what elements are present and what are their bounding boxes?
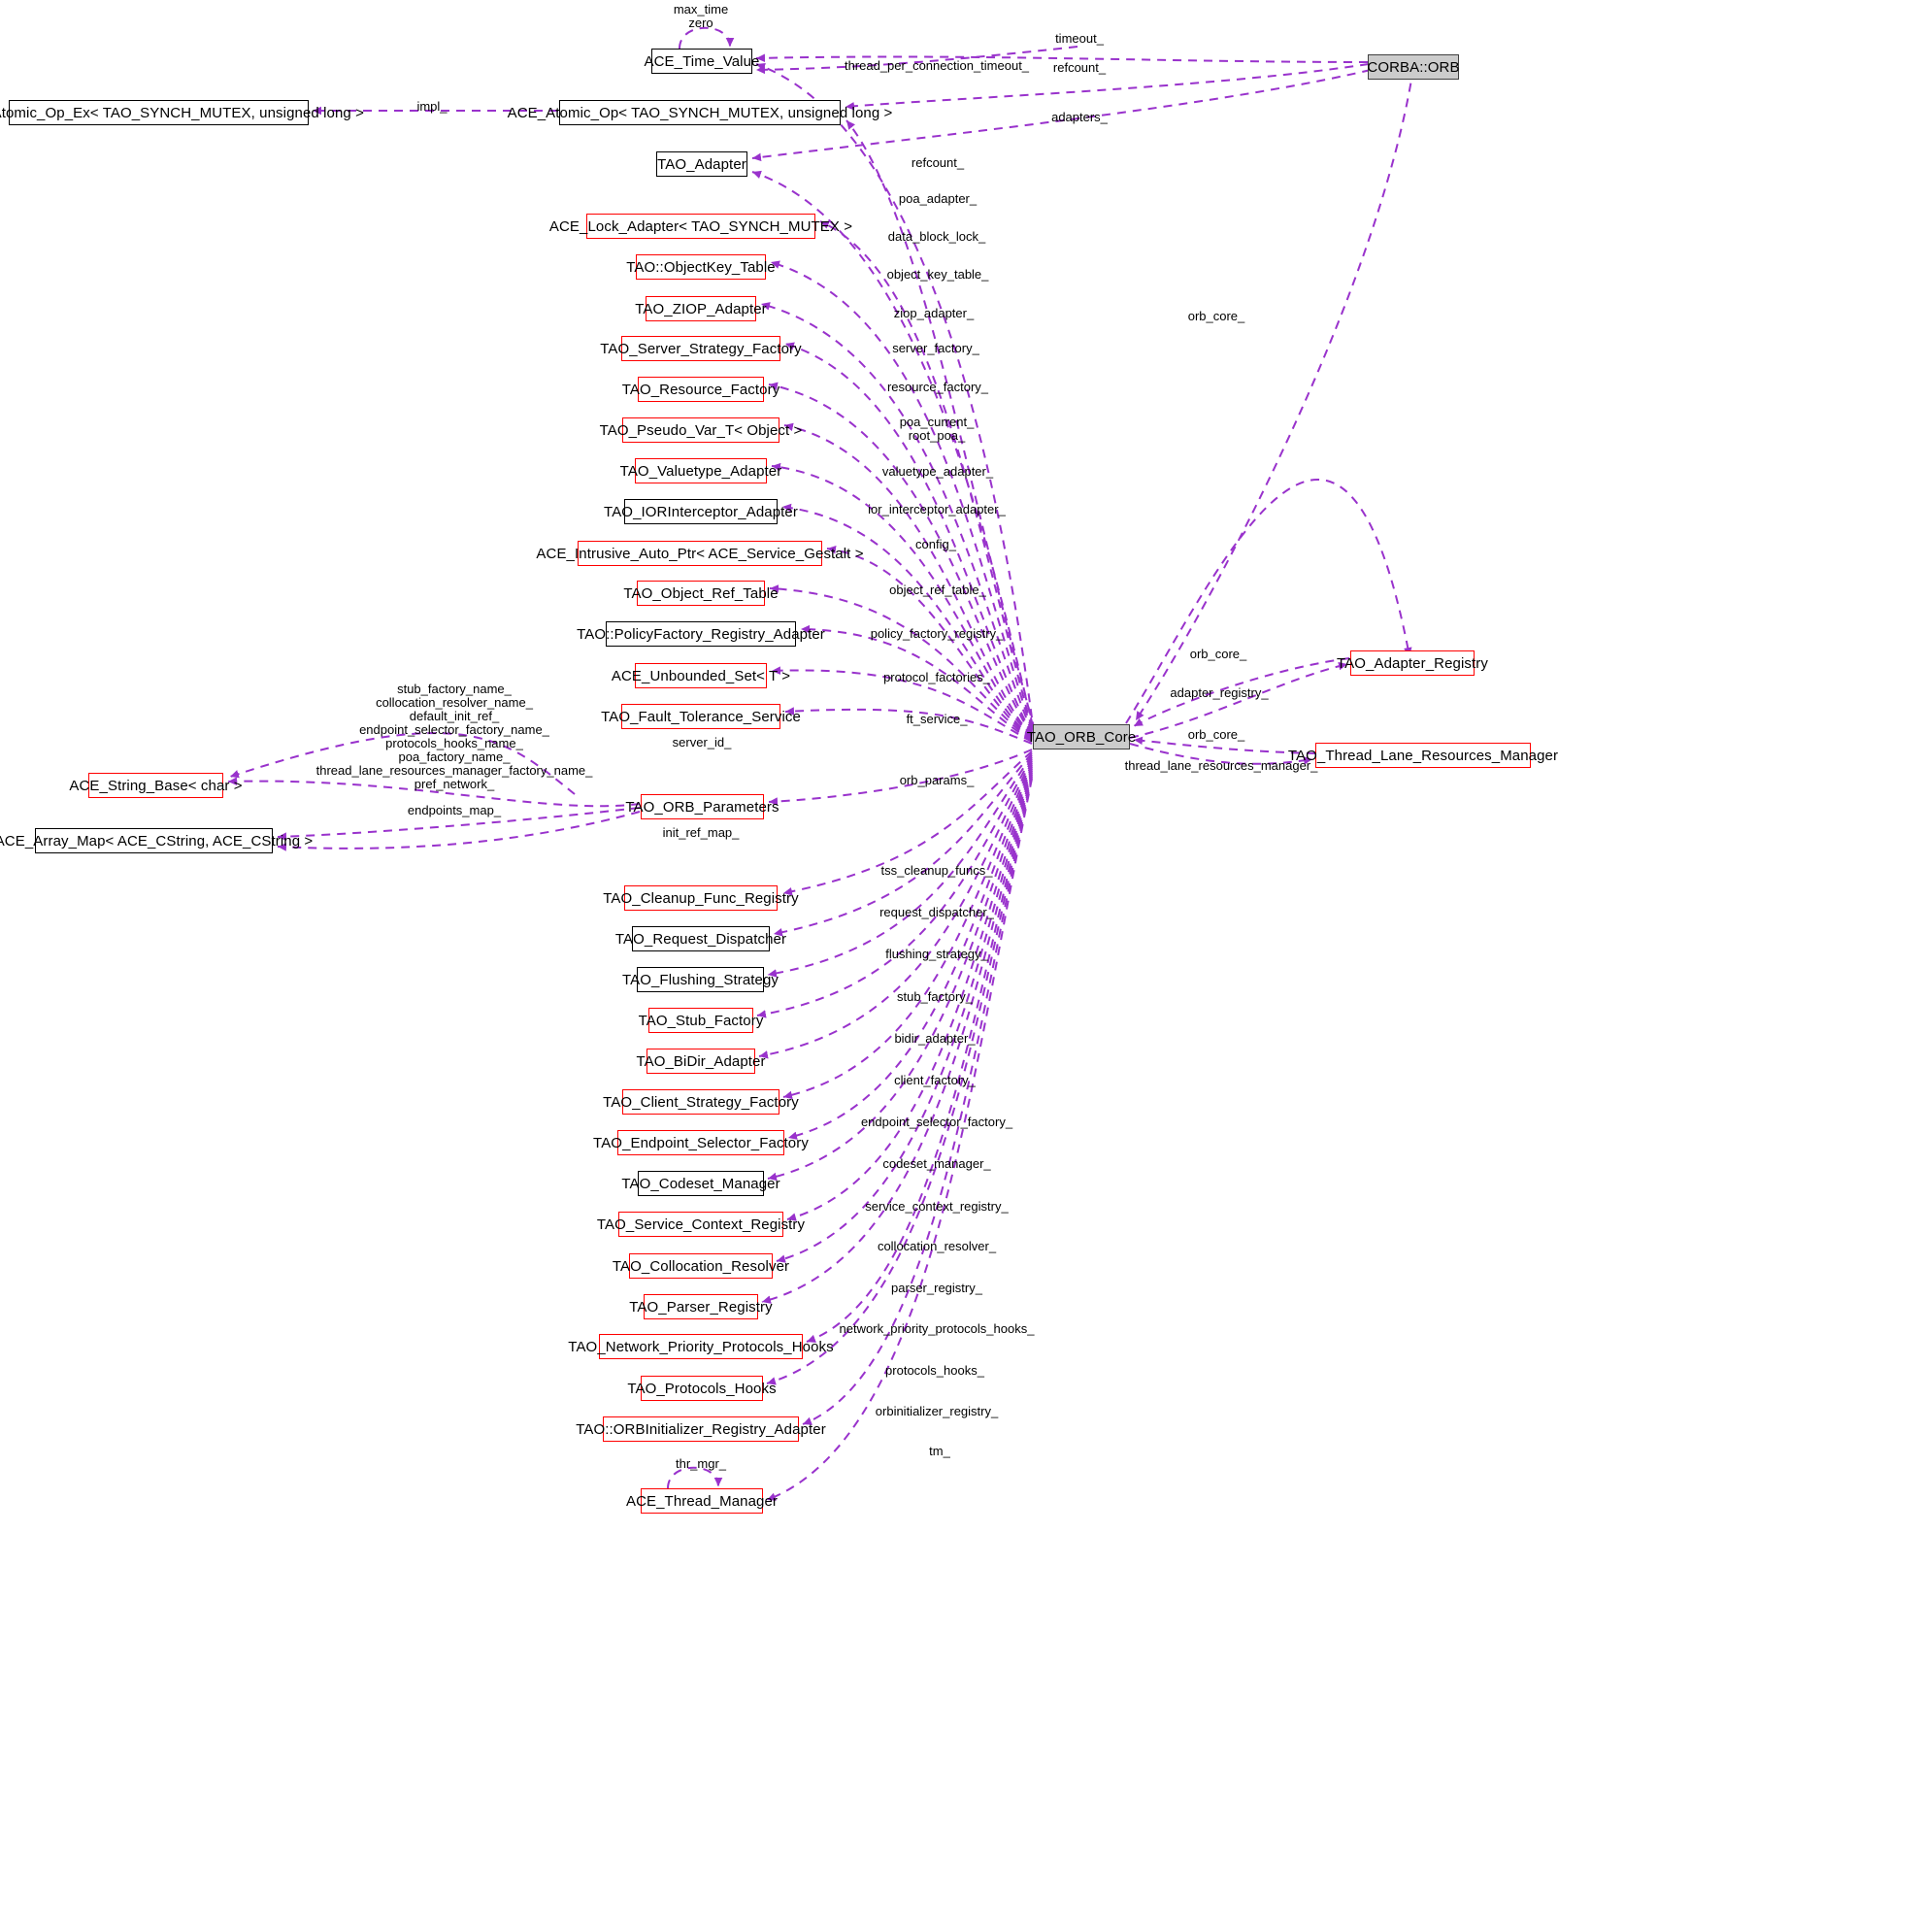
edge-label-thread-per-connection-timeout: thread_per_connection_timeout_ [844, 58, 1030, 73]
edge-label-client-factory: client_factory_ [894, 1073, 976, 1087]
class-node-tao-bidir-adapter[interactable]: TAO_BiDir_Adapter [636, 1049, 765, 1074]
class-node-tao-objectkey-table[interactable]: TAO::ObjectKey_Table [626, 254, 776, 280]
edge-label-refcount-orb: refcount_ [1052, 60, 1107, 75]
class-node-ace-unbounded-set[interactable]: ACE_Unbounded_Set< T > [612, 663, 790, 688]
class-node-tao-pseudo-var-t[interactable]: TAO_Pseudo_Var_T< Object > [600, 417, 802, 443]
collaboration-diagram: ACE_Time_Value CORBA::ORBACE_Atomic_Op_Ex… [0, 0, 1923, 1932]
edge-label-server-factory: server_factory_ [892, 341, 979, 355]
edge-label-refcount: refcount_ [911, 155, 965, 170]
class-node-tao-request-dispatcher[interactable]: TAO_Request_Dispatcher [615, 926, 786, 951]
class-node-ace-array-map[interactable]: ACE_Array_Map< ACE_CString, ACE_CString … [0, 828, 313, 853]
edge-label-valuetype-adapter: valuetype_adapter_ [881, 464, 994, 479]
class-node-tao-valuetype-adapter[interactable]: TAO_Valuetype_Adapter [620, 458, 781, 483]
class-node-tao-flushing-strategy[interactable]: TAO_Flushing_Strategy [622, 967, 779, 992]
edge-label-flushing-strategy: flushing_strategy_ [885, 947, 988, 961]
edge-label-resource-factory: resource_factory_ [886, 380, 989, 394]
edge-label-protocol-factories: protocol_factories_ [883, 670, 990, 684]
edge-label-thread-lane-resources-manager: thread_lane_resources_manager_ [1124, 758, 1318, 773]
edge-label-collocation-resolver: collocation_resolver_ [877, 1239, 997, 1253]
class-node-tao-adapter[interactable]: TAO_Adapter [656, 151, 747, 177]
edge-label-data-block-lock: data_block_lock_ [887, 229, 986, 244]
class-node-tao-policyfactory-registry-adapter[interactable]: TAO::PolicyFactory_Registry_Adapter [577, 621, 825, 647]
edge-label-server-id: server_id_ [672, 735, 732, 749]
edge-label-object-key-table: object_key_table_ [886, 267, 989, 282]
class-node-tao-client-strategy-factory[interactable]: TAO_Client_Strategy_Factory [603, 1089, 799, 1115]
edge-label-policy-factory-registry: policy_factory_registry_ [870, 626, 1004, 641]
edge-label-tm: tm_ [929, 1444, 950, 1458]
edge-label-poa-adapter: poa_adapter_ [898, 191, 978, 206]
class-node-tao-iorinterceptor-adapter[interactable]: TAO_IORInterceptor_Adapter [604, 499, 798, 524]
edge-label-poa-current-root-poa: poa_current_ root_poa_ [899, 415, 975, 443]
edge-label-orb-params: orb_params_ [899, 773, 975, 787]
class-node-tao-thread-lane[interactable]: TAO_Thread_Lane_Resources_Manager [1288, 743, 1558, 768]
class-node-ace-atomic-op[interactable]: ACE_Atomic_Op< TAO_SYNCH_MUTEX, unsigned… [508, 100, 892, 125]
edge-label-tss-cleanup-funcs: tss_cleanup_funcs_ [880, 863, 993, 878]
edge-label-param-names: stub_factory_name_ collocation_resolver_… [315, 682, 593, 791]
edge-label-orbinitializer-registry: orbinitializer_registry_ [875, 1404, 999, 1418]
class-node-ace-thread-manager[interactable]: ACE_Thread_Manager [626, 1488, 778, 1514]
class-node-tao-codeset-manager[interactable]: TAO_Codeset_Manager [621, 1171, 780, 1196]
class-node-tao-resource-factory[interactable]: TAO_Resource_Factory [622, 377, 779, 402]
class-node-tao-parser-registry[interactable]: TAO_Parser_Registry [629, 1294, 773, 1319]
class-node-tao-object-ref-table[interactable]: TAO_Object_Ref_Table [623, 581, 779, 606]
class-node-tao-orb-core[interactable]: TAO_ORB_Core [1027, 724, 1136, 749]
edge-label-orb-core-registry: orb_core_ [1189, 647, 1247, 661]
edge-label-adapter-registry: adapter_registry_ [1170, 685, 1269, 700]
edge-label-max-time: max_time zero [673, 2, 729, 30]
class-node-tao-fault-tolerance-service[interactable]: TAO_Fault_Tolerance_Service [601, 704, 801, 729]
edge-label-timeout: timeout_ [1055, 31, 1104, 46]
edge-label-thr-mgr: thr_mgr_ [675, 1456, 727, 1471]
edge-label-ft-service: ft_service_ [906, 712, 968, 726]
edge-label-ziop-adapter: ziop_adapter_ [893, 306, 975, 320]
class-node-tao-cleanup-func-registry[interactable]: TAO_Cleanup_Func_Registry [603, 885, 799, 911]
class-node-ace-lock-adapter[interactable]: ACE_Lock_Adapter< TAO_SYNCH_MUTEX > [549, 214, 852, 239]
edge-label-bidir-adapter: bidir_adapter_ [894, 1031, 976, 1046]
edge-label-service-context-registry: service_context_registry_ [865, 1199, 1009, 1214]
edge-label-network-priority-protocols-hooks: network_priority_protocols_hooks_ [839, 1321, 1035, 1336]
edge-label-endpoint-selector-factory: endpoint_selector_factory_ [860, 1115, 1013, 1129]
class-node-ace-atomic-op-ex[interactable]: ACE_Atomic_Op_Ex< TAO_SYNCH_MUTEX, unsig… [0, 100, 364, 125]
edge-label-adapters: adapters_ [1051, 110, 1108, 124]
class-node-tao-server-strategy-factory[interactable]: TAO_Server_Strategy_Factory [600, 336, 802, 361]
edge-label-request-dispatcher: request_dispatcher_ [879, 905, 994, 919]
edge-label-object-ref-table: object_ref_table_ [889, 583, 986, 597]
class-node-ace-intrusive-auto-ptr[interactable]: ACE_Intrusive_Auto_Ptr< ACE_Service_Gest… [536, 541, 863, 566]
edge-label-init-ref-map: init_ref_map_ [662, 825, 740, 840]
class-node-ace-string-base[interactable]: ACE_String_Base< char > [69, 773, 243, 798]
edge-label-parser-registry: parser_registry_ [891, 1281, 982, 1295]
class-node-tao-stub-factory[interactable]: TAO_Stub_Factory [639, 1008, 763, 1033]
class-node-tao-ziop-adapter[interactable]: TAO_ZIOP_Adapter [635, 296, 767, 321]
edge-label-impl: impl_ [416, 99, 448, 114]
edge-label-ior-interceptor-adapter: ior_interceptor_adapter_ [868, 502, 1006, 516]
class-node-tao-adapter-registry[interactable]: TAO_Adapter_Registry [1337, 650, 1488, 676]
class-node-tao-orbinitializer-registry-adapter[interactable]: TAO::ORBInitializer_Registry_Adapter [576, 1416, 826, 1442]
edge-label-codeset-manager: codeset_manager_ [882, 1156, 991, 1171]
class-node-ace-time-value[interactable]: ACE_Time_Value [645, 49, 759, 74]
edge-label-orb-core-cross: orb_core_ [1187, 309, 1245, 323]
edge-layer [227, 26, 1414, 1501]
edge-label-protocols-hooks: protocols_hooks_ [885, 1363, 984, 1378]
edge-label-endpoints-map: endpoints_map_ [407, 803, 502, 817]
class-node-corba-orb[interactable]: CORBA::ORB [1367, 54, 1459, 80]
edge-label-config: config_ [915, 537, 956, 551]
class-node-tao-orb-parameters[interactable]: TAO_ORB_Parameters [625, 794, 779, 819]
class-node-tao-collocation-resolver[interactable]: TAO_Collocation_Resolver [613, 1253, 789, 1279]
class-node-tao-network-priority-protocols-hooks[interactable]: TAO_Network_Priority_Protocols_Hooks [568, 1334, 834, 1359]
class-node-tao-endpoint-selector-factory[interactable]: TAO_Endpoint_Selector_Factory [593, 1130, 809, 1155]
class-node-tao-service-context-registry[interactable]: TAO_Service_Context_Registry [597, 1212, 805, 1237]
edge-label-stub-factory: stub_factory_ [896, 989, 974, 1004]
edge-label-orb-core-lane: orb_core_ [1187, 727, 1245, 742]
class-node-tao-protocols-hooks[interactable]: TAO_Protocols_Hooks [627, 1376, 777, 1401]
